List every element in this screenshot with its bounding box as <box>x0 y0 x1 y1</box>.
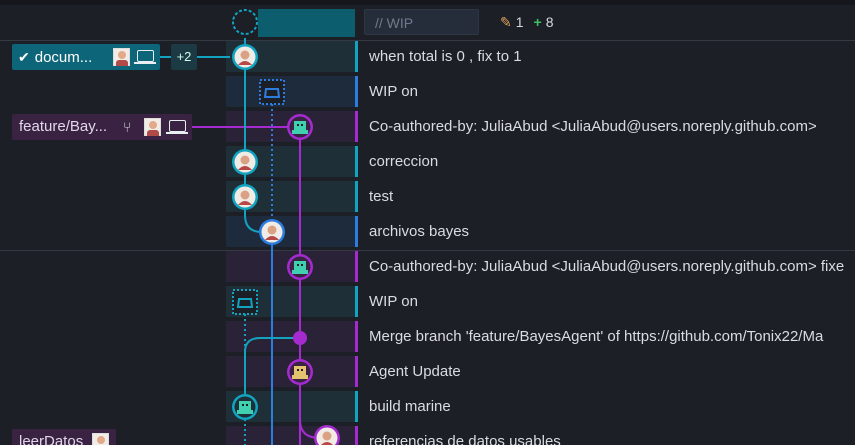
lane-color-bar <box>355 356 358 387</box>
wip-highlight <box>258 9 355 37</box>
lane-color-bar <box>355 286 358 317</box>
lane-color-bar <box>355 321 358 352</box>
branch-label-feature[interactable]: feature/Bay... ⑂ <box>12 114 192 140</box>
branch-label-documentation[interactable]: ✔ docum... <box>12 44 160 70</box>
commit-row[interactable]: WIP on <box>0 285 855 320</box>
row-highlight <box>226 41 355 72</box>
row-highlight <box>226 286 355 317</box>
row-highlight <box>226 181 355 212</box>
commit-graph-panel: // WIP ✎ 1 +8 when total is 0 , fix to 1 W… <box>0 0 855 445</box>
lane-color-bar <box>355 181 358 212</box>
row-highlight <box>226 111 355 142</box>
commit-row[interactable]: Merge branch 'feature/BayesAgent' of htt… <box>0 320 855 355</box>
row-highlight <box>226 146 355 177</box>
row-highlight <box>226 251 355 282</box>
lane-color-bar <box>355 146 358 177</box>
lane-color-bar <box>355 251 358 282</box>
wip-change-stats: ✎ 1 +8 <box>500 9 554 35</box>
plus-icon: + <box>533 14 542 30</box>
lane-color-bar <box>355 426 358 445</box>
edited-count: 1 <box>515 14 524 30</box>
avatar-icon <box>144 118 161 136</box>
commit-message: build marine <box>369 398 451 415</box>
commit-message: WIP on <box>369 293 418 310</box>
commit-message: test <box>369 188 394 205</box>
commit-row[interactable]: Agent Update <box>0 355 855 390</box>
branch-name: docum... <box>34 49 93 66</box>
laptop-icon <box>134 50 156 64</box>
avatar-icon <box>92 433 109 445</box>
commit-message: archivos bayes <box>369 223 470 240</box>
row-highlight <box>226 216 355 247</box>
wip-node <box>232 9 258 35</box>
lane-color-bar <box>355 391 358 422</box>
branch-name: feature/Bay... <box>19 118 108 135</box>
branch-label-leer[interactable]: leerDatos <box>12 429 116 445</box>
commit-row[interactable]: WIP on <box>0 75 855 110</box>
check-icon: ✔ <box>18 49 30 65</box>
commit-message: Co-authored-by: JuliaAbud <JuliaAbud@use… <box>369 118 817 135</box>
commit-row[interactable]: referencias de datos usables <box>0 425 855 445</box>
pencil-icon: ✎ <box>500 14 512 30</box>
commit-row[interactable]: build marine <box>0 390 855 425</box>
branch-icon: ⑂ <box>123 119 132 135</box>
lane-color-bar <box>355 76 358 107</box>
row-highlight <box>226 356 355 387</box>
laptop-icon <box>166 120 188 134</box>
commit-message: Merge branch 'feature/BayesAgent' of htt… <box>369 328 824 345</box>
commit-message: when total is 0 , fix to 1 <box>369 48 522 65</box>
lane-color-bar <box>355 216 358 247</box>
branch-name: leerDatos <box>19 433 84 445</box>
avatar-icon <box>113 48 130 66</box>
commit-row[interactable]: test <box>0 180 855 215</box>
toolbar-edge <box>0 0 855 5</box>
lane-color-bar <box>355 111 358 142</box>
wip-summary-input[interactable]: // WIP <box>364 9 479 35</box>
row-highlight <box>226 321 355 352</box>
commit-row[interactable]: archivos bayes <box>0 215 855 250</box>
commit-message: referencias de datos usables <box>369 433 561 445</box>
commit-message: WIP on <box>369 83 418 100</box>
commit-row[interactable]: correccion <box>0 145 855 180</box>
commit-message: Agent Update <box>369 363 461 380</box>
added-count: 8 <box>545 14 554 30</box>
lane-color-bar <box>355 41 358 72</box>
more-branches-badge[interactable]: +2 <box>171 44 197 70</box>
commit-message: Co-authored-by: JuliaAbud <JuliaAbud@use… <box>369 258 845 275</box>
row-highlight <box>226 391 355 422</box>
row-highlight <box>226 76 355 107</box>
commit-message: correccion <box>369 153 439 170</box>
row-highlight <box>226 426 355 445</box>
commit-row[interactable]: Co-authored-by: JuliaAbud <JuliaAbud@use… <box>0 250 855 285</box>
